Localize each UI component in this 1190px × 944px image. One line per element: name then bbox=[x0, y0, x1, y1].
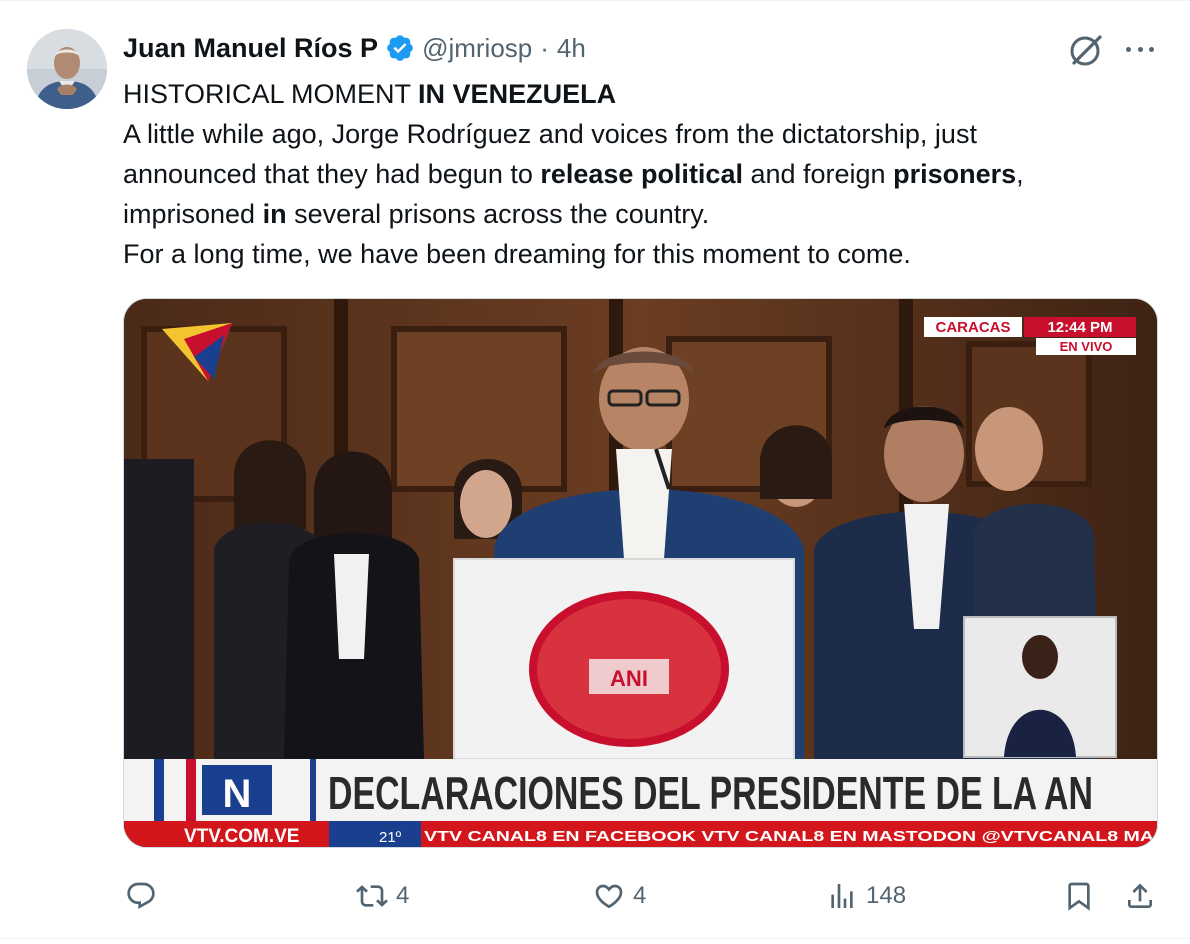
live-label: EN VIVO bbox=[1060, 339, 1113, 354]
text-line-4: imprisoned in several prisons across the… bbox=[123, 199, 710, 229]
views-count: 148 bbox=[866, 882, 907, 909]
author-name[interactable]: Juan Manuel Ríos P bbox=[123, 33, 378, 64]
timestamp[interactable]: 4h bbox=[557, 33, 586, 64]
like-count: 4 bbox=[633, 882, 647, 909]
text-line-3: announced that they had begun to release… bbox=[123, 159, 1024, 189]
tweet-text: HISTORICAL MOMENT IN VENEZUELA A little … bbox=[123, 74, 1163, 274]
views-icon bbox=[831, 884, 853, 908]
podium-seal: ANI bbox=[610, 666, 648, 691]
location-label: CARACAS bbox=[936, 319, 1011, 336]
news-ticker: VTV CANAL8 EN FACEBOOK VTV CANAL8 EN MAS… bbox=[424, 828, 1154, 845]
author-handle[interactable]: @jmriosp bbox=[422, 33, 532, 64]
text-line-1: HISTORICAL MOMENT IN VENEZUELA bbox=[123, 79, 617, 109]
avatar[interactable] bbox=[27, 29, 107, 109]
views-button[interactable]: 148 bbox=[826, 866, 906, 926]
share-icon bbox=[1128, 883, 1152, 908]
like-button[interactable]: 4 bbox=[593, 866, 646, 926]
text-line-2: A little while ago, Jorge Rodríguez and … bbox=[123, 119, 977, 149]
tweet-video-frame[interactable]: ANI CARACAS 12:44 PM EN VIVO N DECLARACI… bbox=[123, 298, 1158, 848]
channel-letter: N bbox=[223, 772, 252, 816]
grok-icon[interactable] bbox=[1066, 30, 1106, 70]
clock-label: 12:44 PM bbox=[1047, 319, 1112, 336]
text-line-5: For a long time, we have been dreaming f… bbox=[123, 239, 911, 269]
separator: · bbox=[540, 32, 549, 63]
more-icon[interactable] bbox=[1124, 37, 1156, 61]
top-divider bbox=[0, 0, 1190, 1]
share-button[interactable] bbox=[1124, 866, 1156, 926]
action-bar: 4 4 148 bbox=[0, 866, 1190, 926]
retweet-button[interactable]: 4 bbox=[356, 866, 409, 926]
bottom-divider bbox=[0, 938, 1190, 939]
verified-badge-icon bbox=[385, 33, 415, 63]
like-icon bbox=[595, 884, 623, 909]
retweet-icon bbox=[356, 885, 388, 907]
site-label: VTV.COM.VE bbox=[184, 826, 299, 847]
reply-button[interactable] bbox=[125, 866, 165, 926]
tweet-header: Juan Manuel Ríos P @jmriosp · 4h bbox=[123, 28, 586, 68]
news-headline: DECLARACIONES DEL PRESIDENTE DE LA AN bbox=[328, 767, 1093, 819]
temperature-label: 21º bbox=[379, 829, 402, 846]
retweet-count: 4 bbox=[396, 882, 410, 909]
reply-icon bbox=[127, 882, 155, 909]
bookmark-button[interactable] bbox=[1063, 866, 1095, 926]
bookmark-icon bbox=[1068, 882, 1090, 911]
